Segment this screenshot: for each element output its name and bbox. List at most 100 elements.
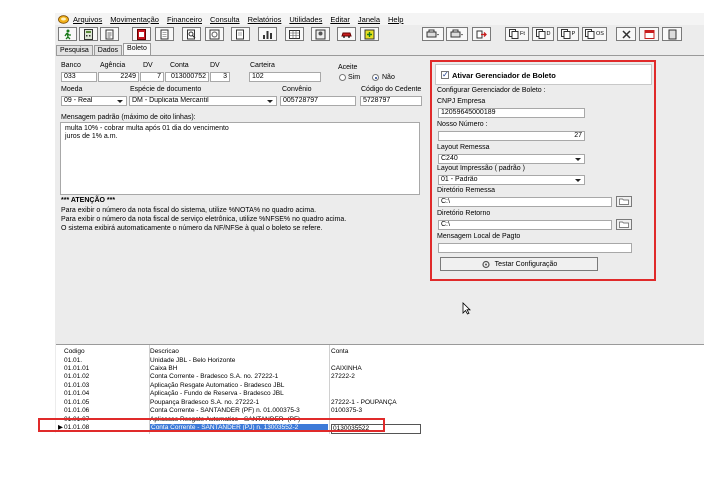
search-doc-button[interactable]	[182, 27, 201, 41]
nosso-numero-label: Nosso Número :	[437, 121, 488, 128]
app-logo-icon	[58, 14, 69, 24]
table-row[interactable]: 01.01.01 Caixa BH CAIXINHA	[56, 365, 456, 373]
tab-dados[interactable]: Dados	[93, 45, 123, 55]
cedente-field[interactable]: 5728797	[360, 96, 422, 106]
conta-field[interactable]: 013000752	[165, 72, 209, 82]
carteira-field[interactable]: 102	[249, 72, 321, 82]
ft-button[interactable]: Ft	[505, 27, 529, 41]
menu-financeiro[interactable]: Financeiro	[167, 15, 202, 24]
users-button[interactable]	[311, 27, 330, 41]
plus-button[interactable]	[360, 27, 379, 41]
table-row[interactable]: 01.01.06 Conta Corrente - SANTANDER (PF)…	[56, 407, 456, 415]
document-button[interactable]	[155, 27, 174, 41]
menu-movimentacao[interactable]: Movimentação	[110, 15, 159, 24]
chart-button[interactable]	[258, 27, 277, 41]
exit-icon	[668, 29, 676, 39]
coins-button[interactable]	[205, 27, 224, 41]
table-row[interactable]: 01.01.03 Aplicação Resgate Automatico - …	[56, 382, 456, 390]
header-conta[interactable]: Conta	[331, 348, 421, 356]
print-dropdown-button[interactable]	[422, 27, 444, 41]
menu-editar[interactable]: Editar	[330, 15, 350, 24]
menu-relatorios[interactable]: Relatórios	[248, 15, 282, 24]
especie-select[interactable]: DM - Duplicata Mercantil	[129, 96, 277, 106]
application-window: Arquivos Movimentação Financeiro Consult…	[55, 13, 704, 434]
mensagem-textarea[interactable]: multa 10% - cobrar multa após 01 dia do …	[60, 122, 420, 195]
layout-impressao-select[interactable]: 01 - Padrão	[438, 175, 585, 185]
table-row[interactable]: 01.01. Unidade JBL - Belo Horizonte	[56, 357, 456, 365]
tab-strip: Pesquisa Dados Boleto	[56, 43, 152, 55]
tab-boleto[interactable]: Boleto	[123, 43, 151, 55]
aceite-sim-radio[interactable]	[339, 74, 346, 81]
exit-button[interactable]	[662, 27, 682, 41]
cell-codigo: 01.01.02	[64, 373, 90, 380]
menu-help[interactable]: Help	[388, 15, 403, 24]
gear-test-icon	[482, 260, 490, 268]
layout-impressao-label: Layout Impressão ( padrão )	[437, 165, 525, 172]
header-codigo[interactable]: Codigo	[64, 348, 148, 356]
banco-field[interactable]: 033	[61, 72, 97, 82]
mensagem-line-1: multa 10% - cobrar multa após 01 dia do …	[65, 125, 229, 132]
cell-codigo: 01.01.06	[64, 407, 90, 414]
document-copy-icon	[585, 29, 595, 39]
table-row[interactable]: 01.01.04 Aplicação - Fundo de Reserva - …	[56, 390, 456, 398]
p-button-label: P	[571, 31, 576, 37]
agencia-field[interactable]: 2249	[98, 72, 139, 82]
calculator-icon	[84, 28, 93, 40]
cell-descricao: Aplicação Resgate Automatico - Bradesco …	[150, 382, 285, 389]
grid-button[interactable]	[285, 27, 304, 41]
cnpj-field[interactable]: 12059645000189	[438, 108, 585, 118]
table-row[interactable]: 01.01.05 Poupança Bradesco S.A. no. 2722…	[56, 399, 456, 407]
dir-retorno-field[interactable]: C:\	[438, 220, 612, 230]
report-button[interactable]	[231, 27, 250, 41]
calendar-button[interactable]	[639, 27, 659, 41]
convenio-field[interactable]: 005728797	[280, 96, 356, 106]
print-preview-dropdown-button[interactable]	[446, 27, 468, 41]
dv1-label: DV	[143, 62, 153, 69]
document-copy-icon	[560, 29, 571, 39]
menu-utilidades[interactable]: Utilidades	[289, 15, 322, 24]
msg-local-field[interactable]	[438, 243, 632, 253]
testar-configuracao-button[interactable]: Testar Configuração	[440, 257, 598, 271]
car-icon	[341, 32, 352, 38]
header-descricao[interactable]: Descricao	[150, 348, 328, 356]
dir-remessa-label: Diretório Remessa	[437, 187, 495, 194]
dir-retorno-browse-button[interactable]	[616, 219, 632, 230]
export-button[interactable]	[472, 27, 491, 41]
menu-janela[interactable]: Janela	[358, 15, 380, 24]
d-button[interactable]: D	[532, 27, 554, 41]
layout-remessa-select[interactable]: C240	[438, 154, 585, 164]
cell-conta: 27222-1 - POUPANÇA	[331, 399, 397, 406]
dv2-field[interactable]: 3	[210, 72, 230, 82]
car-button[interactable]	[337, 27, 356, 41]
selected-row-highlight	[38, 418, 385, 432]
cell-codigo: 01.01.01	[64, 365, 90, 372]
os-button[interactable]: OS	[582, 27, 607, 41]
calendar-icon	[644, 29, 654, 39]
os-button-label: OS	[596, 31, 604, 37]
menu-consulta[interactable]: Consulta	[210, 15, 240, 24]
spreadsheet-icon	[289, 29, 300, 39]
banco-label: Banco	[61, 62, 81, 69]
dir-remessa-browse-button[interactable]	[616, 196, 632, 207]
dir-remessa-field[interactable]: C:\	[438, 197, 612, 207]
folder-icon	[619, 221, 629, 228]
ativar-checkbox[interactable]	[441, 70, 449, 79]
arrow-right-icon	[476, 30, 487, 38]
tab-pesquisa[interactable]: Pesquisa	[56, 45, 93, 55]
aceite-nao-radio[interactable]	[372, 74, 379, 81]
menu-arquivos[interactable]: Arquivos	[73, 15, 102, 24]
document-icon	[160, 29, 169, 39]
p-button[interactable]: P	[557, 27, 579, 41]
tools-button[interactable]	[616, 27, 636, 41]
notes-button[interactable]	[100, 27, 119, 41]
table-row[interactable]: 01.01.02 Conta Corrente - Bradesco S.A. …	[56, 373, 456, 381]
nosso-numero-field[interactable]: 27	[438, 131, 585, 141]
calculator-button[interactable]	[79, 27, 98, 41]
users-icon	[315, 29, 326, 39]
run-button[interactable]	[58, 27, 77, 41]
atencao-title: *** ATENÇÃO ***	[61, 197, 116, 204]
dv1-field[interactable]: 7	[140, 72, 164, 82]
pdf-button[interactable]	[132, 27, 151, 41]
conta-label: Conta	[170, 62, 189, 69]
moeda-select[interactable]: 09 - Real	[61, 96, 127, 106]
